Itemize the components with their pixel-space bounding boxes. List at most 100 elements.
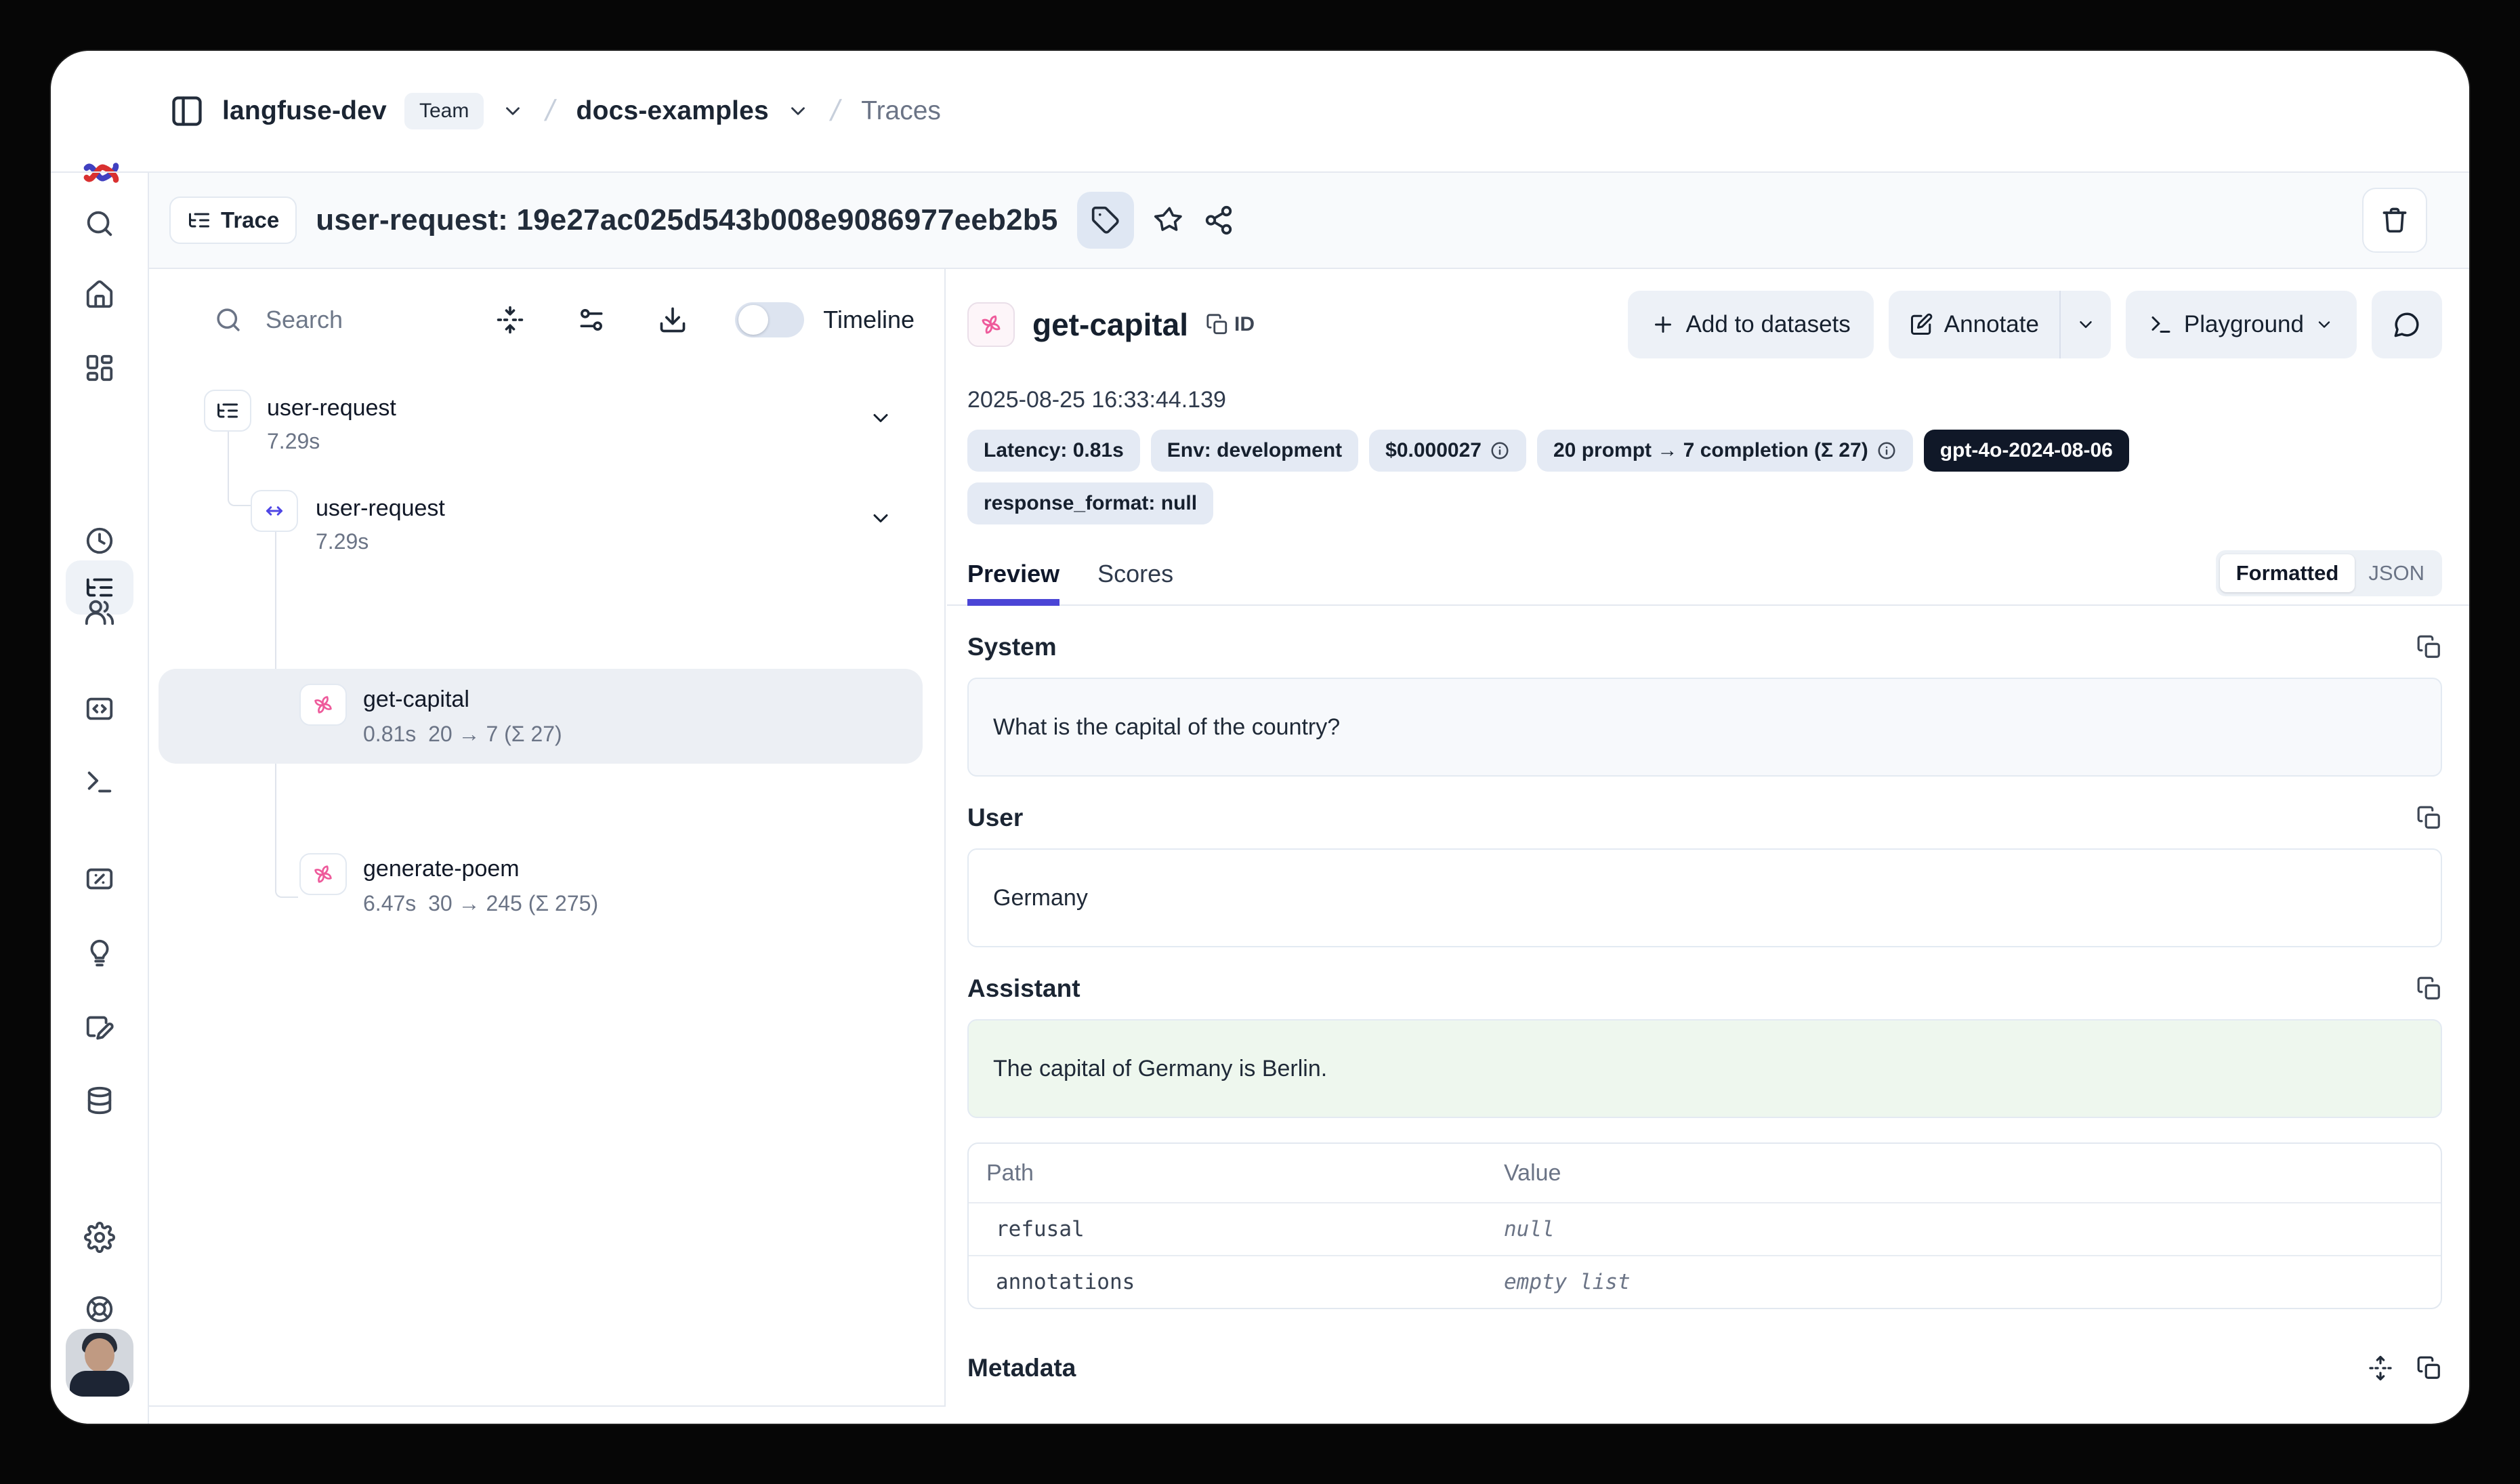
env-badge: Env: development bbox=[1151, 430, 1358, 472]
copy-icon bbox=[2416, 976, 2442, 1002]
id-label: ID bbox=[1234, 313, 1255, 336]
assistant-message-text: The capital of Germany is Berlin. bbox=[993, 1056, 1327, 1082]
add-to-datasets-label: Add to datasets bbox=[1686, 311, 1851, 338]
node-tokens: 30 → 245 (Σ 275) bbox=[428, 891, 598, 915]
search-icon[interactable] bbox=[84, 208, 115, 239]
detail-header: get-capital ID Add to datasets Annotate bbox=[967, 291, 2442, 358]
prompts-file-code-icon[interactable] bbox=[84, 693, 115, 724]
dashboard-icon[interactable] bbox=[84, 352, 115, 384]
node-duration: 0.81s bbox=[363, 722, 416, 746]
collapse-chevron-icon[interactable] bbox=[868, 506, 893, 531]
copy-id-button[interactable]: ID bbox=[1206, 313, 1255, 336]
playground-terminal-icon[interactable] bbox=[84, 766, 115, 798]
collapse-chevron-icon[interactable] bbox=[868, 406, 893, 430]
tree-settings-button[interactable] bbox=[525, 305, 606, 335]
share-icon bbox=[1203, 205, 1234, 236]
response-format-badge: response_format: null bbox=[967, 482, 1213, 524]
node-name: user-request bbox=[267, 395, 396, 421]
copy-section-button[interactable] bbox=[2416, 976, 2442, 1002]
breadcrumb-org[interactable]: langfuse-dev bbox=[222, 96, 387, 126]
section-header-system: System bbox=[967, 633, 2442, 661]
settings-gear-icon[interactable] bbox=[84, 1222, 115, 1253]
annotation-clipboard-icon[interactable] bbox=[84, 1011, 115, 1042]
share-button[interactable] bbox=[1203, 205, 1234, 236]
chevron-down-icon bbox=[2315, 315, 2334, 334]
node-name: generate-poem bbox=[363, 856, 520, 882]
section-title: User bbox=[967, 804, 1023, 832]
tree-toolbar: Search Timeline bbox=[149, 269, 944, 371]
section-title: System bbox=[967, 633, 1057, 661]
support-lifebuoy-icon[interactable] bbox=[84, 1294, 115, 1325]
tag-button[interactable] bbox=[1077, 192, 1134, 249]
format-toggle: Formatted JSON bbox=[2216, 550, 2442, 596]
breadcrumb-project[interactable]: docs-examples bbox=[576, 96, 769, 126]
comments-button[interactable] bbox=[2372, 291, 2442, 358]
copy-section-button[interactable] bbox=[2416, 805, 2442, 831]
copy-section-button[interactable] bbox=[2416, 634, 2442, 660]
org-plan-badge: Team bbox=[404, 93, 484, 129]
node-name: user-request bbox=[316, 495, 445, 522]
evals-lightbulb-icon[interactable] bbox=[84, 937, 115, 968]
users-icon[interactable] bbox=[84, 596, 115, 627]
tag-icon bbox=[1091, 205, 1120, 235]
sidebar-nav bbox=[51, 173, 149, 1424]
chevron-down-icon bbox=[2076, 314, 2096, 335]
top-bar: langfuse-dev Team / docs-examples / Trac… bbox=[51, 51, 2469, 173]
copy-icon bbox=[2416, 634, 2442, 660]
plus-icon bbox=[1651, 312, 1675, 337]
collapse-all-button[interactable] bbox=[495, 305, 525, 335]
format-option-json[interactable]: JSON bbox=[2355, 554, 2438, 592]
scores-icon[interactable] bbox=[84, 863, 115, 894]
user-avatar[interactable] bbox=[66, 1329, 133, 1397]
breadcrumb-page[interactable]: Traces bbox=[861, 96, 941, 126]
node-duration: 7.29s bbox=[316, 529, 369, 554]
system-message-text: What is the capital of the country? bbox=[993, 714, 1340, 741]
copy-metadata-button[interactable] bbox=[2416, 1355, 2442, 1381]
datasets-database-icon[interactable] bbox=[84, 1085, 115, 1116]
info-icon bbox=[1876, 440, 1897, 461]
annotate-dropdown-button[interactable] bbox=[2059, 291, 2111, 358]
section-header-assistant: Assistant bbox=[967, 974, 2442, 1003]
download-icon bbox=[658, 305, 688, 335]
tabs-divider bbox=[947, 604, 2469, 606]
tab-scores[interactable]: Scores bbox=[1097, 560, 1173, 606]
add-to-datasets-button[interactable]: Add to datasets bbox=[1628, 291, 1874, 358]
token-usage-badge[interactable]: 20 prompt → 7 completion (Σ 27) bbox=[1537, 430, 1913, 472]
expand-metadata-button[interactable] bbox=[2368, 1355, 2393, 1381]
cost-badge[interactable]: $0.000027 bbox=[1369, 430, 1526, 472]
sliders-icon bbox=[576, 305, 606, 335]
generation-node-icon bbox=[299, 684, 347, 726]
bookmark-star-button[interactable] bbox=[1153, 205, 1184, 236]
search-input[interactable]: Search bbox=[266, 306, 343, 334]
system-message-box: What is the capital of the country? bbox=[967, 678, 2442, 777]
playground-button[interactable]: Playground bbox=[2126, 291, 2357, 358]
node-duration: 7.29s bbox=[267, 429, 320, 454]
table-row: refusal null bbox=[969, 1202, 2441, 1255]
star-icon bbox=[1153, 205, 1184, 236]
format-option-formatted[interactable]: Formatted bbox=[2220, 554, 2355, 592]
trash-icon bbox=[2380, 205, 2410, 235]
timeline-toggle[interactable] bbox=[735, 302, 804, 337]
info-icon bbox=[1490, 440, 1510, 461]
download-button[interactable] bbox=[606, 305, 688, 335]
trace-type-badge: Trace bbox=[169, 197, 297, 244]
metadata-section-header: Metadata bbox=[967, 1354, 2442, 1382]
copy-icon bbox=[1206, 313, 1229, 336]
org-switcher-chevron-icon[interactable] bbox=[501, 100, 524, 123]
badge-row-2: response_format: null bbox=[967, 482, 2442, 524]
span-node-icon bbox=[251, 490, 298, 532]
sessions-clock-icon[interactable] bbox=[84, 525, 115, 556]
home-icon[interactable] bbox=[84, 279, 115, 310]
node-tokens: 20 → 7 (Σ 27) bbox=[428, 722, 562, 746]
trace-type-label: Trace bbox=[221, 207, 279, 233]
terminal-icon bbox=[2149, 312, 2173, 337]
project-switcher-chevron-icon[interactable] bbox=[786, 100, 810, 123]
generation-icon bbox=[967, 302, 1015, 347]
tab-preview[interactable]: Preview bbox=[967, 560, 1059, 606]
model-badge[interactable]: gpt-4o-2024-08-06 bbox=[1924, 430, 2129, 472]
chat-bubble-icon bbox=[2393, 310, 2421, 339]
delete-trace-button[interactable] bbox=[2362, 188, 2427, 253]
breadcrumb-separator: / bbox=[824, 94, 847, 128]
sidebar-toggle-icon[interactable] bbox=[169, 94, 205, 129]
annotate-button[interactable]: Annotate bbox=[1889, 291, 2059, 358]
